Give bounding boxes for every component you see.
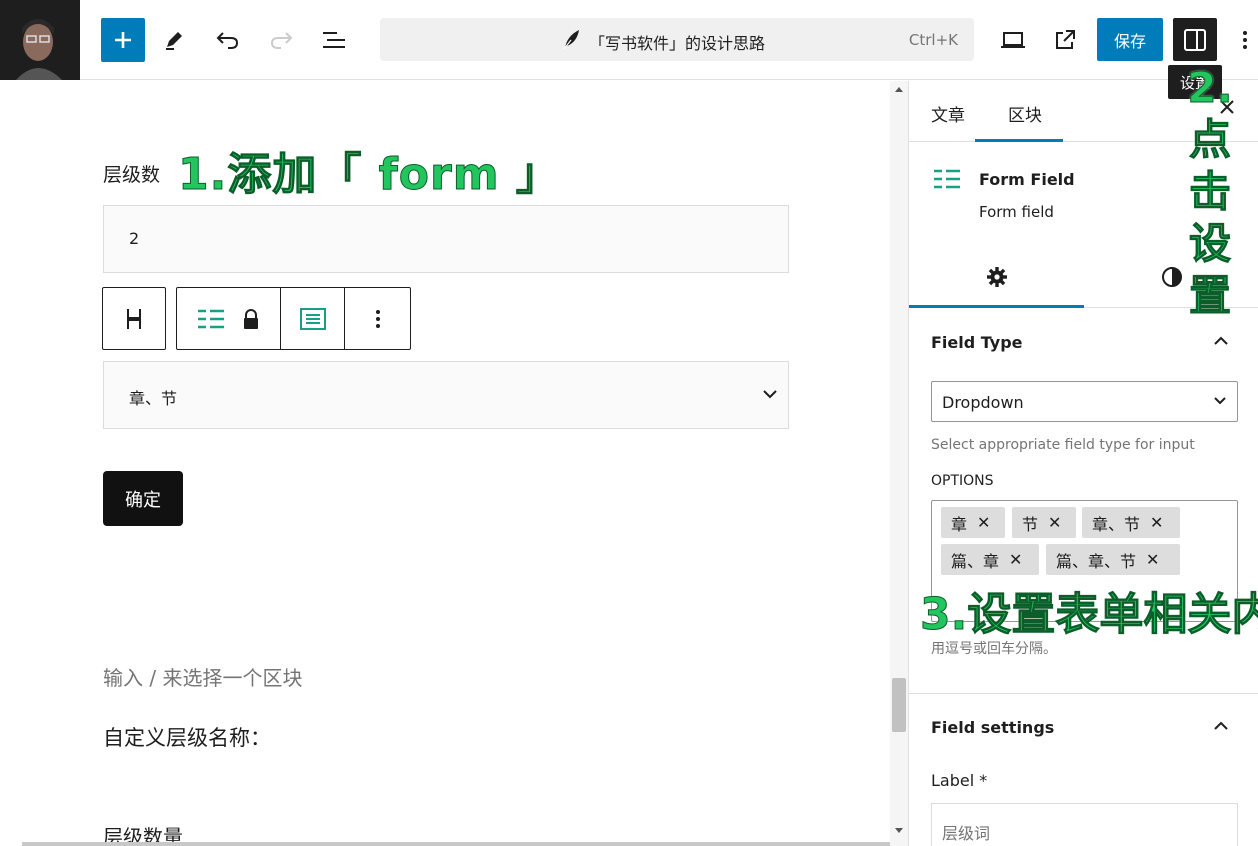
undo-button[interactable] <box>206 18 250 62</box>
form-field-icon <box>197 309 224 328</box>
avatar-image <box>0 0 80 80</box>
field-settings-panel-title[interactable]: Field settings <box>931 718 1054 737</box>
text-block-icon <box>299 307 326 330</box>
scroll-up-arrow-icon[interactable] <box>893 84 905 94</box>
options-menu-button[interactable] <box>1232 22 1258 58</box>
remove-token-icon[interactable]: ✕ <box>1048 513 1061 532</box>
option-token: 节 ✕ <box>1012 507 1076 538</box>
field-type-panel-title[interactable]: Field Type <box>931 333 1023 352</box>
tab-block[interactable]: 区块 <box>1008 101 1042 126</box>
chevron-up-icon[interactable] <box>1213 335 1229 347</box>
redo-button[interactable] <box>259 18 303 62</box>
annotation-step-2: 2. 点击 设置 <box>1187 63 1233 321</box>
document-overview-button[interactable] <box>312 18 356 62</box>
option-token: 篇、章 ✕ <box>941 544 1039 575</box>
level-select[interactable]: 章、节 <box>103 361 789 429</box>
scroll-thumb[interactable] <box>892 678 906 732</box>
option-token-label: 章 <box>951 514 968 534</box>
add-block-button[interactable] <box>101 18 145 62</box>
block-type-button[interactable] <box>177 288 280 349</box>
remove-token-icon[interactable]: ✕ <box>1009 550 1022 569</box>
select-parent-button[interactable] <box>103 288 165 349</box>
tools-button[interactable] <box>152 18 196 62</box>
level-input[interactable]: 2 <box>103 205 789 273</box>
level-input-value: 2 <box>129 229 140 248</box>
save-button[interactable]: 保存 <box>1097 18 1163 61</box>
level-select-value: 章、节 <box>129 389 178 408</box>
site-avatar[interactable] <box>0 0 80 80</box>
chevron-up-icon[interactable] <box>1213 720 1229 732</box>
active-tab-indicator <box>975 139 1063 142</box>
custom-level-name-heading: 自定义层级名称： <box>103 726 271 750</box>
group-block-icon <box>127 308 141 329</box>
scroll-down-arrow-icon[interactable] <box>893 826 905 836</box>
annotation-step-1: 1.添加「 form 」 <box>178 149 561 201</box>
block-style-button[interactable] <box>280 288 344 349</box>
label-input-value: 层级词 <box>942 824 991 843</box>
gear-icon <box>986 267 1007 287</box>
document-title-bar[interactable]: 「写书软件」的设计思路 Ctrl+K <box>380 18 974 61</box>
options-label: OPTIONS <box>931 473 994 489</box>
label-field-title: Label * <box>931 771 988 790</box>
remove-token-icon[interactable]: ✕ <box>977 513 990 532</box>
field-type-select[interactable]: Dropdown <box>931 381 1238 422</box>
block-parent-group <box>102 287 166 350</box>
option-token-label: 节 <box>1022 514 1039 534</box>
panel-divider <box>909 693 1258 694</box>
confirm-button[interactable]: 确定 <box>103 471 183 526</box>
annotation-step-3: 3.设置表单相关内容 <box>919 589 1258 641</box>
top-toolbar: 「写书软件」的设计思路 Ctrl+K 保存 <box>0 0 1258 80</box>
block-card-description: Form field <box>979 203 1054 221</box>
external-link-icon <box>1056 30 1075 49</box>
tab-post[interactable]: 文章 <box>931 101 965 126</box>
option-token-label: 篇、章、节 <box>1056 551 1137 571</box>
more-vertical-icon <box>375 309 380 328</box>
laptop-icon <box>1001 32 1025 48</box>
sidebar-icon <box>1184 28 1206 51</box>
block-appender-placeholder[interactable]: 输入 / 来选择一个区块 <box>103 662 302 691</box>
chevron-down-icon <box>1214 397 1226 405</box>
remove-token-icon[interactable]: ✕ <box>1146 550 1159 569</box>
block-actions-group <box>176 287 411 350</box>
form-field-icon <box>934 169 960 189</box>
settings-toggle-button[interactable] <box>1173 18 1217 61</box>
chevron-down-icon <box>763 390 777 399</box>
level-label: 层级数 <box>103 164 161 186</box>
horizontal-scrollbar[interactable] <box>22 842 890 846</box>
tab-settings[interactable] <box>909 246 1084 308</box>
pencil-icon <box>166 32 182 50</box>
preview-button[interactable] <box>991 18 1035 62</box>
field-type-help: Select appropriate field type for input <box>931 437 1195 453</box>
block-more-button[interactable] <box>344 288 410 349</box>
view-post-button[interactable] <box>1043 18 1087 62</box>
remove-token-icon[interactable]: ✕ <box>1150 513 1163 532</box>
command-shortcut: Ctrl+K <box>908 31 958 49</box>
redo-icon <box>270 32 293 49</box>
undo-icon <box>216 32 239 49</box>
more-vertical-icon <box>1243 31 1247 49</box>
option-token: 章 ✕ <box>941 507 1005 538</box>
document-title: 「写书软件」的设计思路 <box>588 34 765 53</box>
lock-icon <box>243 308 258 329</box>
option-token-label: 章、节 <box>1092 514 1141 534</box>
list-view-icon <box>323 32 345 48</box>
option-token: 篇、章、节 ✕ <box>1046 544 1180 575</box>
block-card-title: Form Field <box>979 170 1075 189</box>
active-subtab-indicator <box>909 305 1084 308</box>
field-type-value: Dropdown <box>942 393 1024 412</box>
option-token: 章、节 ✕ <box>1082 507 1180 538</box>
plus-icon <box>115 32 131 48</box>
label-input[interactable]: 层级词 <box>931 803 1238 846</box>
option-token-label: 篇、章 <box>951 551 1000 571</box>
